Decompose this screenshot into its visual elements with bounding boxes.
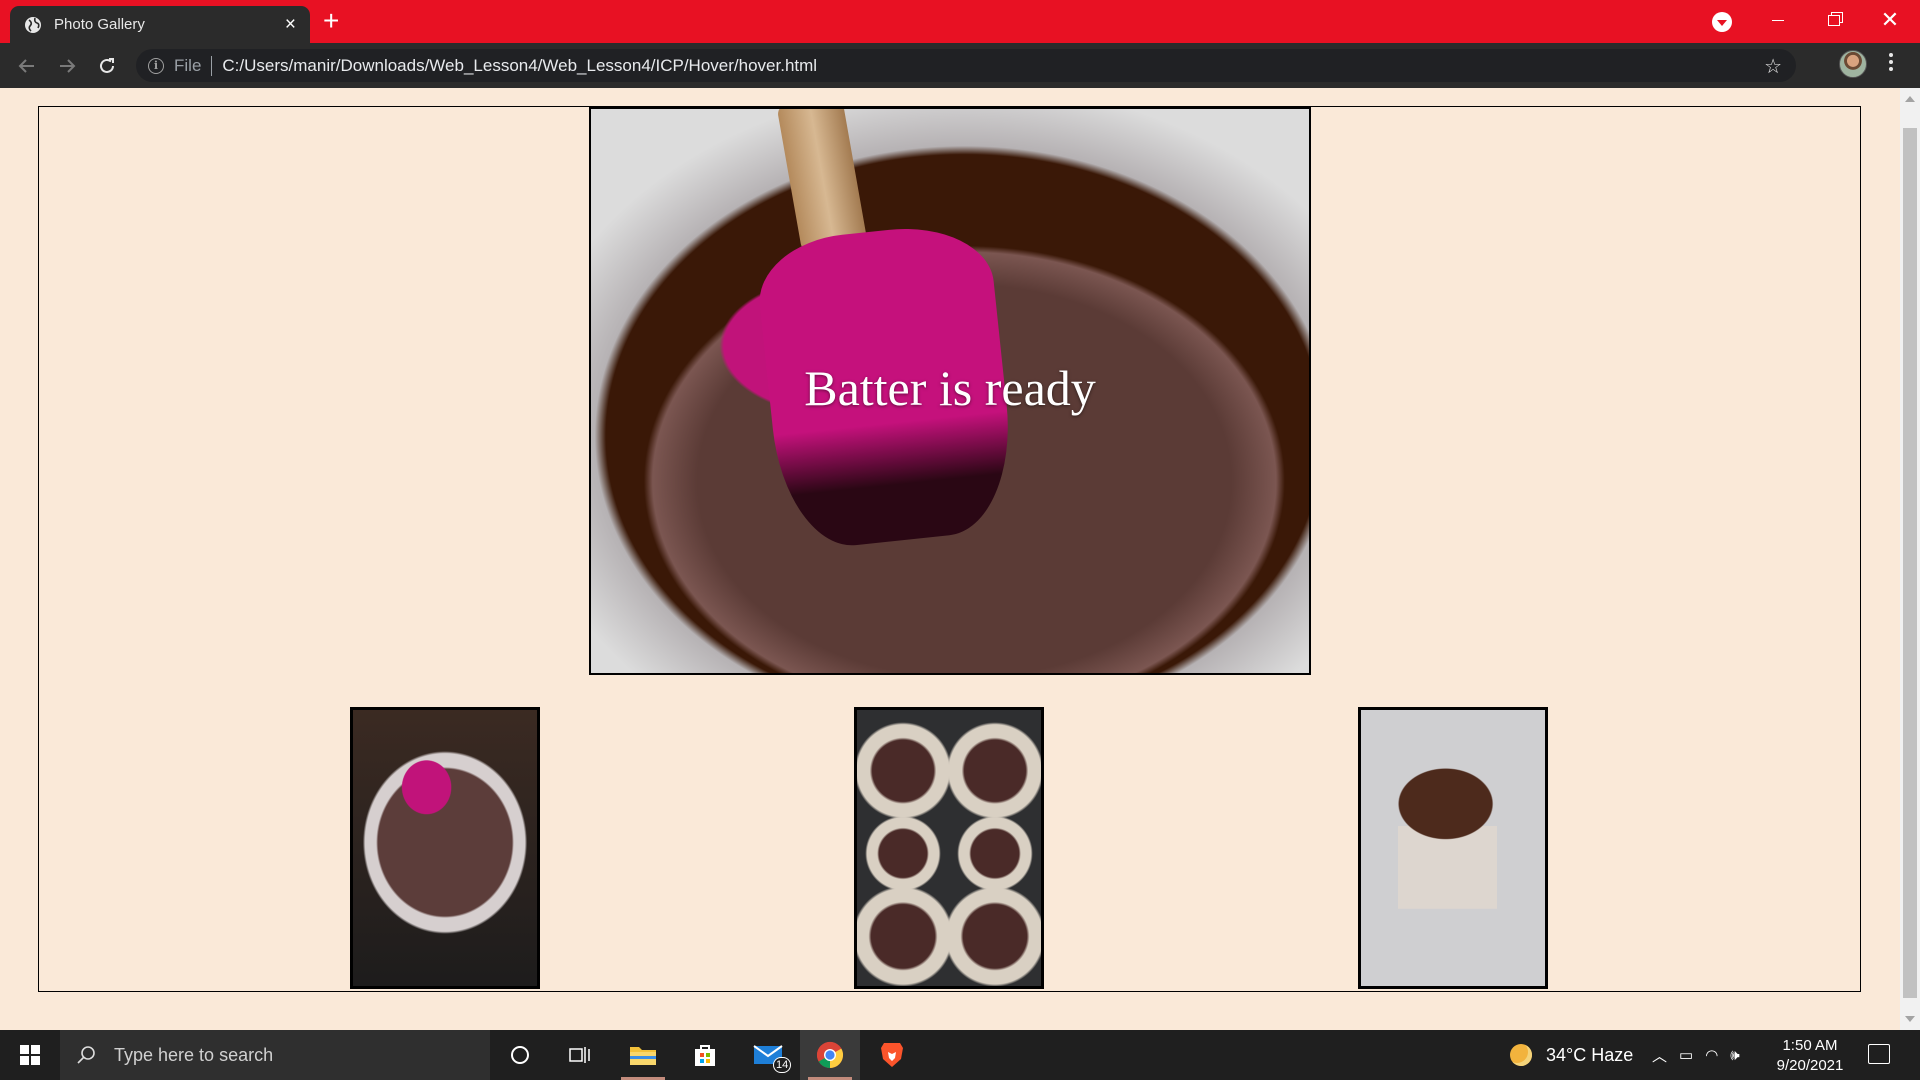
profile-avatar[interactable] <box>1839 50 1867 78</box>
store-bag-icon <box>695 1045 715 1066</box>
gallery-container: Batter is ready <box>38 106 1861 992</box>
wifi-icon[interactable]: ◠ <box>1705 1046 1718 1064</box>
minimize-button[interactable] <box>1750 0 1806 40</box>
hazy-sun-icon <box>1510 1044 1532 1066</box>
chrome-icon <box>816 1041 844 1069</box>
hero-caption: Batter is ready <box>804 360 1096 416</box>
page-viewport: Batter is ready <box>0 88 1900 1030</box>
windows-taskbar: Type here to search 14 34°C Haze ︿ ▭ ◠ 🕪 <box>0 1030 1920 1080</box>
back-button[interactable] <box>12 51 42 81</box>
tab-title: Photo Gallery <box>54 16 145 33</box>
weather-widget[interactable]: 34°C Haze <box>1510 1030 1633 1080</box>
mail-badge: 14 <box>773 1057 792 1073</box>
chrome-button[interactable] <box>800 1030 860 1080</box>
browser-toolbar: i File C:/Users/manir/Downloads/Web_Less… <box>0 43 1920 88</box>
browser-tab[interactable]: Photo Gallery × <box>10 6 310 43</box>
clock-time: 1:50 AM <box>1782 1037 1838 1054</box>
arrow-right-icon <box>60 59 76 73</box>
thumbnail-cupcake-tin[interactable] <box>854 707 1044 989</box>
notification-center-icon[interactable] <box>1868 1044 1890 1064</box>
tab-close-icon[interactable]: × <box>285 15 296 34</box>
media-control-icon[interactable] <box>1712 12 1732 32</box>
search-icon <box>77 1046 95 1064</box>
hero-spatula-handle <box>776 109 868 254</box>
restore-button[interactable] <box>1806 0 1862 40</box>
search-placeholder: Type here to search <box>114 1044 274 1065</box>
file-explorer-button[interactable] <box>613 1030 673 1080</box>
brave-lion-icon <box>881 1043 903 1067</box>
page-scrollbar[interactable] <box>1900 88 1920 1030</box>
globe-icon <box>25 16 41 33</box>
browser-menu-icon[interactable] <box>1888 53 1894 73</box>
forward-button[interactable] <box>52 51 82 81</box>
taskbar-search[interactable]: Type here to search <box>60 1030 490 1080</box>
arrow-left-icon <box>18 59 34 73</box>
cortana-button[interactable] <box>490 1030 550 1080</box>
browser-titlebar: Photo Gallery × + ✕ <box>0 0 1920 43</box>
bookmark-star-icon[interactable]: ☆ <box>1764 54 1782 79</box>
cortana-icon <box>511 1046 529 1064</box>
task-view-button[interactable] <box>550 1030 610 1080</box>
weather-text: 34°C Haze <box>1546 1044 1634 1065</box>
address-url[interactable]: C:/Users/manir/Downloads/Web_Lesson4/Web… <box>222 56 817 76</box>
reload-icon <box>100 58 114 73</box>
new-tab-button[interactable]: + <box>323 7 339 35</box>
address-bar[interactable]: i File C:/Users/manir/Downloads/Web_Less… <box>136 49 1796 82</box>
show-hidden-icons-chevron-icon[interactable]: ︿ <box>1652 1045 1667 1066</box>
start-button[interactable] <box>0 1030 60 1080</box>
mail-button[interactable]: 14 <box>738 1030 798 1080</box>
close-window-button[interactable]: ✕ <box>1862 0 1918 40</box>
volume-icon[interactable]: 🕪 <box>1730 1047 1739 1064</box>
hero-image: Batter is ready <box>589 107 1311 675</box>
address-separator <box>211 55 213 76</box>
clock-date: 9/20/2021 <box>1776 1057 1844 1074</box>
info-icon[interactable]: i <box>148 57 164 74</box>
scroll-down-arrow-icon[interactable] <box>1905 1016 1915 1022</box>
scroll-up-arrow-icon[interactable] <box>1905 96 1915 102</box>
reload-button[interactable] <box>92 51 122 81</box>
windows-logo-icon <box>20 1045 40 1065</box>
battery-icon[interactable]: ▭ <box>1679 1046 1693 1064</box>
brave-button[interactable] <box>862 1030 922 1080</box>
scroll-thumb[interactable] <box>1903 128 1917 998</box>
thumbnail-frosted-cupcake[interactable] <box>1358 707 1548 989</box>
task-view-icon <box>569 1047 590 1063</box>
ms-store-button[interactable] <box>675 1030 735 1080</box>
system-tray: ︿ ▭ ◠ 🕪 <box>1652 1030 1740 1080</box>
folder-icon <box>630 1047 656 1065</box>
thumbnail-batter[interactable] <box>350 707 540 989</box>
taskbar-clock[interactable]: 1:50 AM 9/20/2021 <box>1770 1036 1850 1076</box>
address-scheme: File <box>174 55 202 75</box>
